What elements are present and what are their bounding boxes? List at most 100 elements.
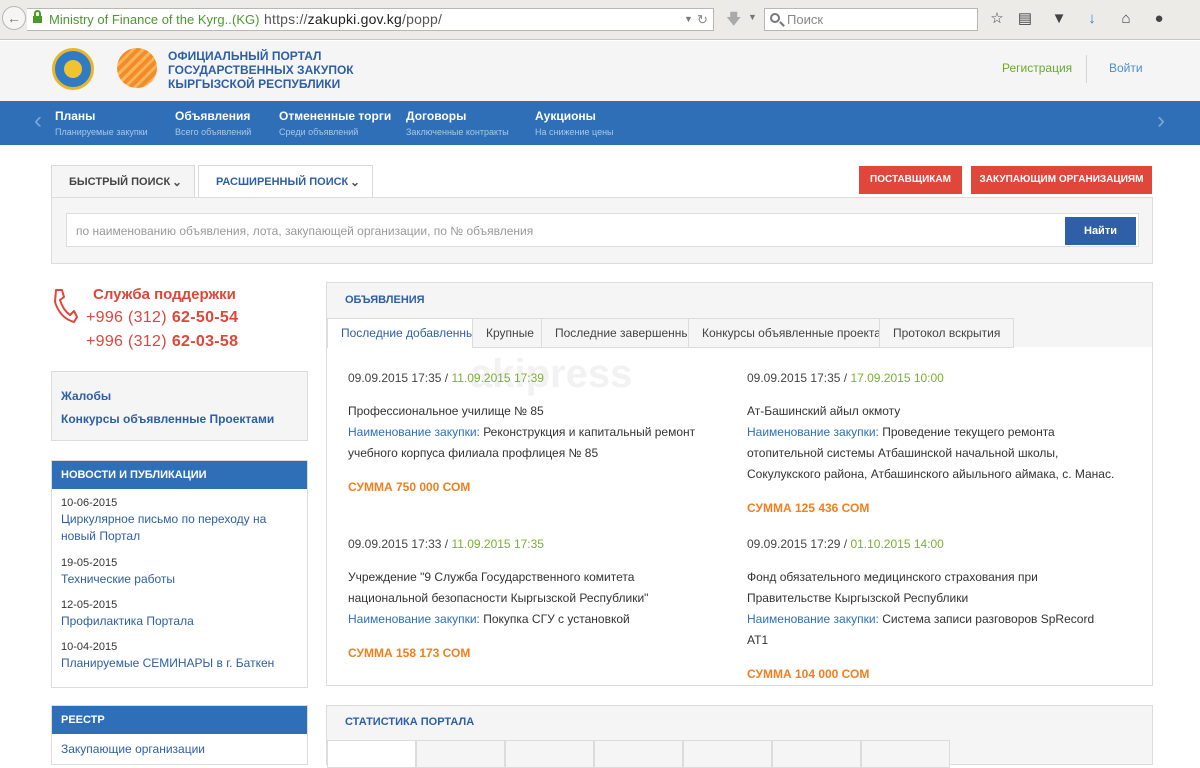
tab-advanced-search[interactable]: РАСШИРЕННЫЙ ПОИСК ⌄ [198,165,373,198]
chat-icon[interactable]: ● [1150,10,1168,28]
card-dates: 09.09.2015 17:29 / 01.10.2015 14:00 [747,537,944,551]
nav-item-auctions[interactable]: Аукционы На снижение цены [535,109,614,137]
announcement-card[interactable]: 09.09.2015 17:35 / 11.09.2015 17:39 Проф… [348,371,713,494]
state-emblem-icon [52,48,94,90]
reload-icon[interactable]: ↻ [697,9,708,30]
phone-number: 62-03-58 [171,333,239,350]
nav-next-icon[interactable]: › [1157,107,1165,135]
nav-item-title: Аукционы [535,109,596,123]
pocket-icon[interactable]: ▼ [1050,10,1068,28]
subject-label[interactable]: Наименование закупки: [747,612,879,626]
browser-toolbar: ← Ministry of Finance of the Kyrg... (KG… [0,0,1200,40]
tab-latest[interactable]: Последние добавленные [327,318,496,348]
support-title: Служба поддержки [93,286,236,303]
url-bar[interactable]: Ministry of Finance of the Kyrg... (KG) … [27,8,714,31]
deadline-date: 11.09.2015 17:35 [451,537,544,551]
announcement-card[interactable]: 09.09.2015 17:35 / 17.09.2015 10:00 Ат-Б… [747,371,1117,515]
card-org: Учреждение "9 Служба Государственного ко… [348,570,649,605]
header-divider [1086,55,1087,83]
support-phone-1[interactable]: +996 (312) 62-50-54 [86,309,238,327]
subject-label[interactable]: Наименование закупки: [348,425,480,439]
nav-item-plans[interactable]: Планы Планируемые закупки [55,109,148,137]
tab-label: БЫСТРЫЙ ПОИСК [69,176,171,188]
card-dates: 09.09.2015 17:35 / 17.09.2015 10:00 [747,371,944,385]
phone-icon [54,289,78,323]
card-dates: 09.09.2015 17:35 / 11.09.2015 17:39 [348,371,544,385]
nav-item-sub: Заключенные контракты [406,127,509,137]
url-text[interactable]: https://zakupki.gov.kg/popp/ [264,9,442,30]
reading-list-icon[interactable]: ▤ [1016,10,1034,28]
news-date: 19-05-2015 [61,557,118,569]
deadline-date: 11.09.2015 17:39 [451,371,544,385]
stats-tab[interactable] [683,740,772,768]
back-button[interactable]: ← [2,6,26,30]
news-title: НОВОСТИ И ПУБЛИКАЦИИ [52,461,307,489]
support-phone-2[interactable]: +996 (312) 62-03-58 [86,333,238,351]
registry-link[interactable]: Закупающие организации [61,741,301,758]
published-date: 09.09.2015 17:35 [348,371,442,385]
register-link[interactable]: Регистрация [1002,61,1072,75]
news-link[interactable]: Профилактика Портала [61,613,301,630]
back-arrow-icon: ← [7,10,21,26]
search-panel: по наименованию объявления, лота, закупа… [51,197,1153,264]
nav-item-announcements[interactable]: Объявления Всего объявлений [175,109,251,137]
news-box: НОВОСТИ И ПУБЛИКАЦИИ 10-06-2015 Циркуляр… [51,460,308,688]
nav-item-contracts[interactable]: Договоры Заключенные контракты [406,109,509,137]
complaints-link[interactable]: Жалобы [61,389,111,403]
search-icon [770,13,780,23]
tab-large[interactable]: Крупные [472,318,548,348]
card-org: Профессиональное училище № 85 [348,404,544,418]
news-link[interactable]: Планируемые СЕМИНАРЫ в г. Баткен [61,655,301,672]
published-date: 09.09.2015 17:29 [747,537,841,551]
search-input[interactable]: по наименованию объявления, лота, закупа… [66,213,1139,247]
procuring-orgs-button[interactable]: ЗАКУПАЮЩИМ ОРГАНИЗАЦИЯМ [971,166,1152,194]
tab-opening-protocol[interactable]: Протокол вскрытия [879,318,1015,348]
subject-label[interactable]: Наименование закупки: [348,612,480,626]
stats-tab[interactable] [861,740,950,768]
deadline-date: 01.10.2015 14:00 [850,537,944,551]
find-button[interactable]: Найти [1065,217,1136,245]
stats-tab[interactable] [327,740,416,768]
card-sum: СУММА 104 000 СОМ [747,667,870,681]
news-date: 12-05-2015 [61,599,118,611]
card-org: Ат-Башинский айыл окмоту [747,404,901,418]
nav-item-sub: Планируемые закупки [55,127,148,137]
tab-quick-search[interactable]: БЫСТРЫЙ ПОИСК ⌄ [51,165,195,199]
suppliers-button[interactable]: ПОСТАВЩИКАМ [859,166,962,194]
portal-logo-icon[interactable] [117,48,157,88]
home-icon[interactable]: ⌂ [1117,10,1135,28]
news-link[interactable]: Технические работы [61,571,301,588]
nav-item-title: Договоры [406,109,467,123]
site-identity[interactable]: Ministry of Finance of the Kyrg... [49,9,235,30]
bookmark-star-icon[interactable]: ☆ [988,10,1006,28]
subject-label[interactable]: Наименование закупки: [747,425,879,439]
downloads-icon[interactable]: ↓ [1083,10,1101,28]
stats-tab[interactable] [772,740,861,768]
login-link[interactable]: Войти [1109,61,1143,75]
nav-item-title: Отмененные торги [279,109,392,123]
announcement-card[interactable]: 09.09.2015 17:33 / 11.09.2015 17:35 Учре… [348,537,713,660]
tab-project-tenders[interactable]: Конкурсы объявленные проектами [688,318,910,348]
stats-tab[interactable] [416,740,505,768]
url-dropdown-icon[interactable]: ▼ [684,9,693,30]
nav-item-cancelled[interactable]: Отмененные торги Среди объявлений [279,109,391,137]
news-date: 10-04-2015 [61,641,118,653]
tab-completed[interactable]: Последние завершенные [541,318,711,348]
stats-tab[interactable] [594,740,683,768]
nav-item-sub: Всего объявлений [175,127,252,137]
portal-title[interactable]: ОФИЦИАЛЬНЫЙ ПОРТАЛ ГОСУДАРСТВЕННЫХ ЗАКУП… [168,49,358,91]
registry-box: РЕЕСТР Закупающие организации [51,705,308,765]
url-path: /popp/ [402,11,443,27]
dropdown-icon[interactable]: ▼ [748,12,757,22]
browser-search-bar[interactable]: Поиск [764,8,978,31]
projects-link[interactable]: Конкурсы объявленные Проектами [61,412,274,426]
download-arrow-icon[interactable]: 🡇 [726,9,741,34]
stats-tab[interactable] [505,740,594,768]
phone-number: 62-50-54 [171,309,239,326]
card-subject: Наименование закупки: Покупка СГУ с уста… [348,609,713,630]
news-link[interactable]: Циркулярное письмо по переходу на новый … [61,511,301,545]
card-sum: СУММА 125 436 СОМ [747,501,870,515]
nav-prev-icon[interactable]: ‹ [34,107,42,135]
stats-panel: СТАТИСТИКА ПОРТАЛА [326,705,1153,768]
announcement-card[interactable]: 09.09.2015 17:29 / 01.10.2015 14:00 Фонд… [747,537,1117,681]
